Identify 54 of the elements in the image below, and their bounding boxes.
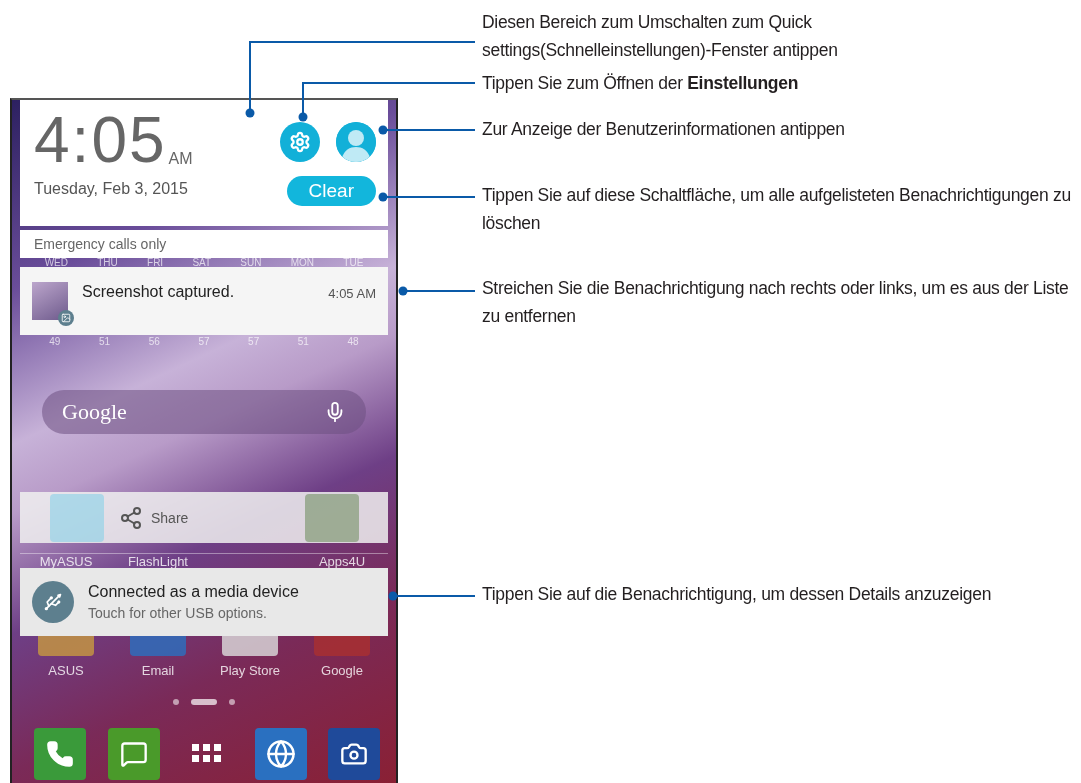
weather-day: SUN xyxy=(240,257,262,268)
app-label: ASUS xyxy=(48,663,84,677)
app-label: Google xyxy=(321,663,363,677)
network-status: Emergency calls only xyxy=(34,236,167,252)
callout-text: Tippen Sie zum Öffnen der Einstellungen xyxy=(482,72,800,95)
app-label: Email xyxy=(141,663,175,677)
notification-title: Connected as a media device xyxy=(88,583,299,601)
callout-text: Tippen Sie auf die Benachrichtigung, um dessen Details anzuzeigen xyxy=(482,583,993,606)
screenshot-notification[interactable]: Screenshot captured. 4:05 AM xyxy=(20,267,388,335)
callout-text: Streichen Sie die Benachrichtigung nach rechts oder links, um es aus der Liste zu entfernen xyxy=(482,277,1070,328)
notification-time: 4:05 AM xyxy=(328,286,376,301)
clock-meridiem: AM xyxy=(168,150,193,168)
quick-settings-header[interactable]: 4:05 AM Tuesday, Feb 3, 2015 Clear xyxy=(20,100,388,226)
notification-subtitle: Touch for other USB options. xyxy=(88,605,268,621)
share-label: Share xyxy=(151,509,189,526)
weather-temperature: 49 xyxy=(49,337,61,347)
app-icon xyxy=(49,493,104,542)
weather-day: MON xyxy=(290,257,315,268)
weather-day: SAT xyxy=(192,257,212,268)
person-avatar-icon xyxy=(336,122,376,162)
phone-app-icon[interactable] xyxy=(34,728,86,780)
search-logo: Google xyxy=(62,399,127,425)
settings-button[interactable] xyxy=(280,122,320,162)
gear-icon xyxy=(289,131,311,153)
weather-temperature: 56 xyxy=(148,337,160,347)
app-label: MyASUS xyxy=(39,554,93,568)
weather-day: TUE xyxy=(343,257,364,268)
share-icon xyxy=(119,505,143,530)
callout-text: Tippen Sie auf diese Schaltfläche, um alle aufgelisteten Benachrichtigungen zu löschen xyxy=(482,184,1072,235)
message-app-icon[interactable] xyxy=(107,728,160,780)
user-profile-button[interactable] xyxy=(336,122,376,162)
image-icon xyxy=(58,310,74,326)
app-folder-icon xyxy=(304,493,359,542)
share-bar[interactable]: Share xyxy=(20,492,388,543)
date-text: Tuesday, Feb 3, 2015 xyxy=(34,180,189,198)
weather-temperature: 48 xyxy=(347,337,359,347)
notification-title: Screenshot captured. xyxy=(82,283,236,301)
callout-text: Diesen Bereich zum Umschalten zum Quick settings(Schnelleinstellungen)-Fenster antippen xyxy=(482,11,839,62)
app-label: Play Store xyxy=(220,663,280,677)
camera-icon[interactable] xyxy=(328,728,380,780)
weather-temperature: 51 xyxy=(297,337,309,347)
callout-text: Zur Anzeige der Benutzerinformationen antippen xyxy=(482,118,846,141)
clock-time: 4:05 xyxy=(34,108,167,172)
weather-day: THU xyxy=(97,257,118,268)
weather-temperature: 57 xyxy=(198,337,210,347)
search-bar[interactable]: Google xyxy=(42,390,366,434)
app-label: FlashLight xyxy=(128,554,188,568)
weather-temperature: 51 xyxy=(99,337,111,347)
globe-icon[interactable] xyxy=(254,728,307,780)
usb-notification[interactable]: Connected as a media device Touch for other USB options. xyxy=(20,568,388,636)
app-label: Apps4U xyxy=(318,554,366,568)
weather-day: WED xyxy=(44,257,68,268)
usb-icon xyxy=(32,581,74,623)
weather-day: FRI xyxy=(147,257,164,268)
